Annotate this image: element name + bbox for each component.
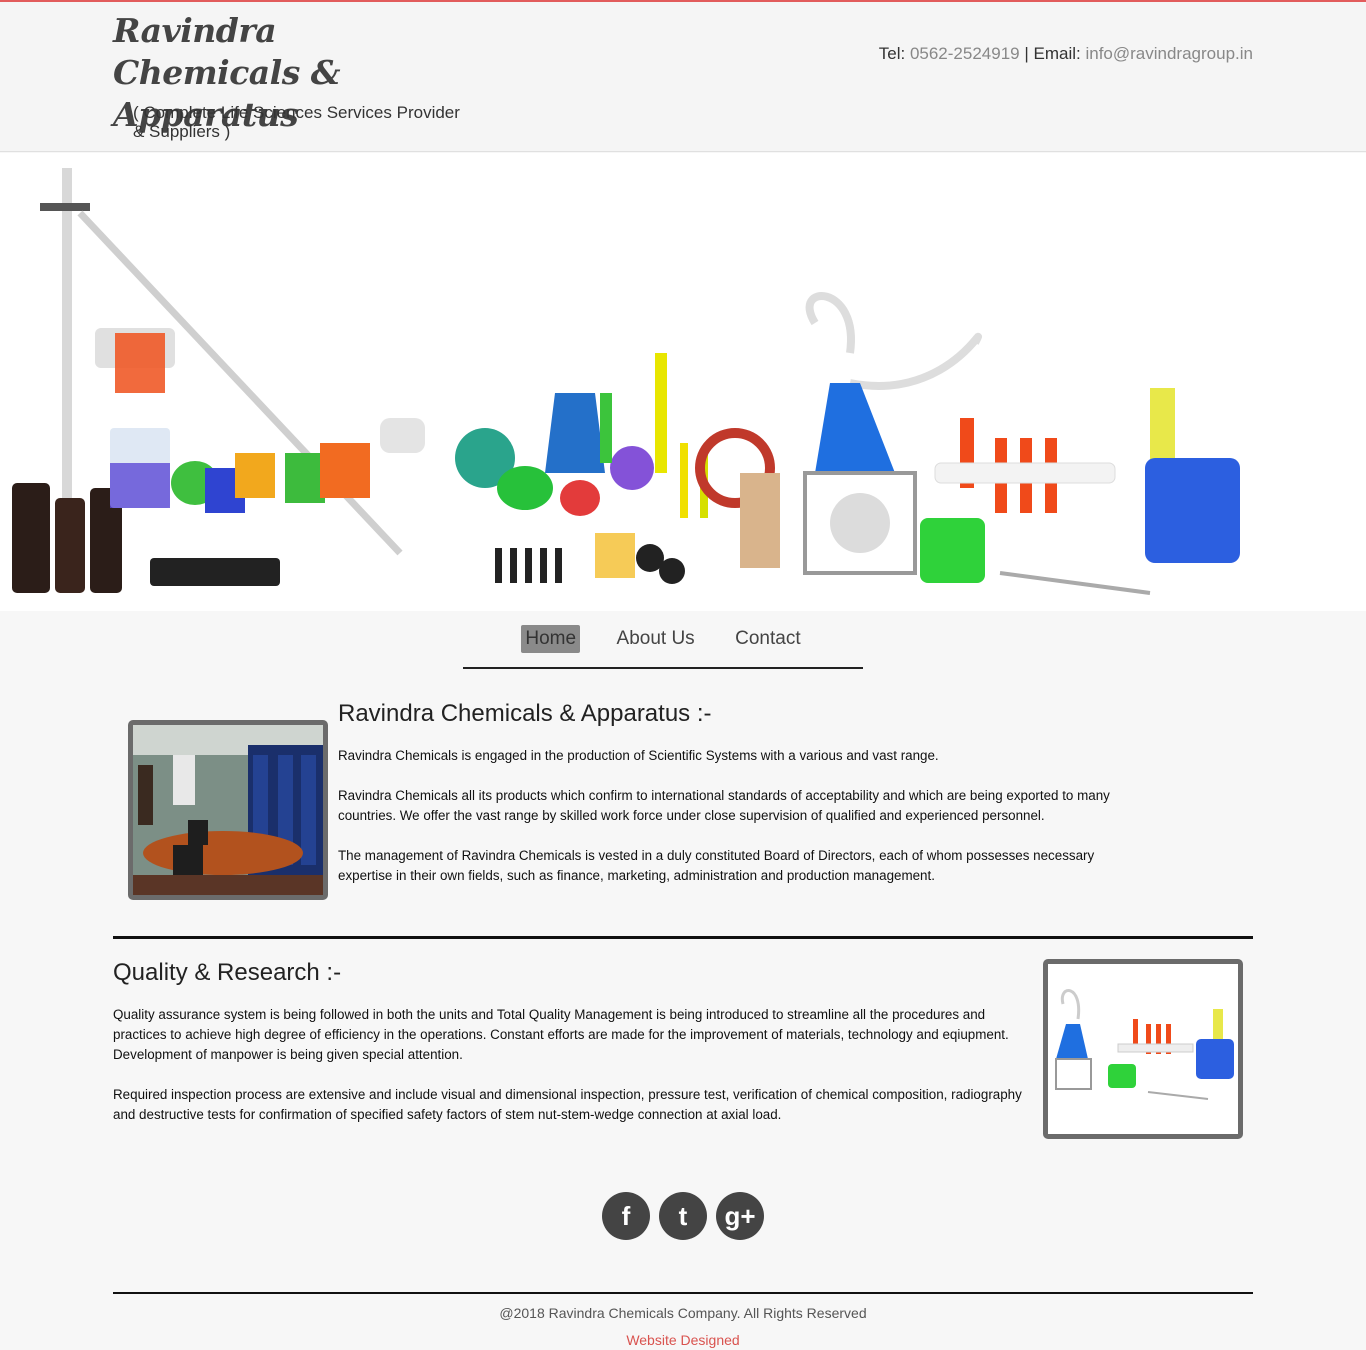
main-nav: Home About Us Contact [463,625,863,669]
tel-label: Tel: [878,44,906,63]
quality-apparatus-image [1043,959,1243,1139]
quality-text: Quality assurance system is being follow… [113,1005,1023,1145]
hero-illustration [0,153,1366,611]
about-office-image [128,720,328,900]
footer-designed-link[interactable]: Website Designed [0,1332,1366,1348]
nav-item-contact[interactable]: Contact [731,625,804,653]
apparatus-illustration [1048,964,1238,1134]
about-text: Ravindra Chemicals is engaged in the pro… [338,746,1118,906]
office-illustration [133,725,323,895]
social-links: f t g+ [602,1192,772,1240]
email-link[interactable]: info@ravindragroup.in [1085,44,1253,63]
header-contact-info: Tel: 0562-2524919 | Email: info@ravindra… [879,44,1253,64]
hero-banner-lab-apparatus [0,153,1366,611]
section-divider [113,936,1253,939]
about-paragraph: Ravindra Chemicals is engaged in the pro… [338,748,939,763]
tel-link[interactable]: 0562-2524919 [910,44,1020,63]
email-label: Email: [1033,44,1081,63]
about-heading: Ravindra Chemicals & Apparatus :- [338,700,712,727]
twitter-icon[interactable]: t [659,1192,707,1240]
quality-paragraph: Required inspection process are extensiv… [113,1087,1022,1122]
quality-heading: Quality & Research :- [113,959,342,986]
site-header: Ravindra Chemicals & Apparatus ( Complet… [0,2,1366,152]
quality-paragraph: Quality assurance system is being follow… [113,1007,1009,1062]
facebook-icon[interactable]: f [602,1192,650,1240]
footer-copyright: @2018 Ravindra Chemicals Company. All Ri… [499,1305,867,1321]
brand-tagline: ( Complete Life Sciences Services Provid… [133,103,460,141]
about-paragraph: The management of Ravindra Chemicals is … [338,848,1095,883]
google-plus-icon[interactable]: g+ [716,1192,764,1240]
nav-item-home[interactable]: Home [521,625,581,653]
nav-item-about-us[interactable]: About Us [613,625,699,653]
contact-separator: | [1024,44,1029,63]
footer-divider [113,1292,1253,1294]
about-paragraph: Ravindra Chemicals all its products whic… [338,788,1110,823]
